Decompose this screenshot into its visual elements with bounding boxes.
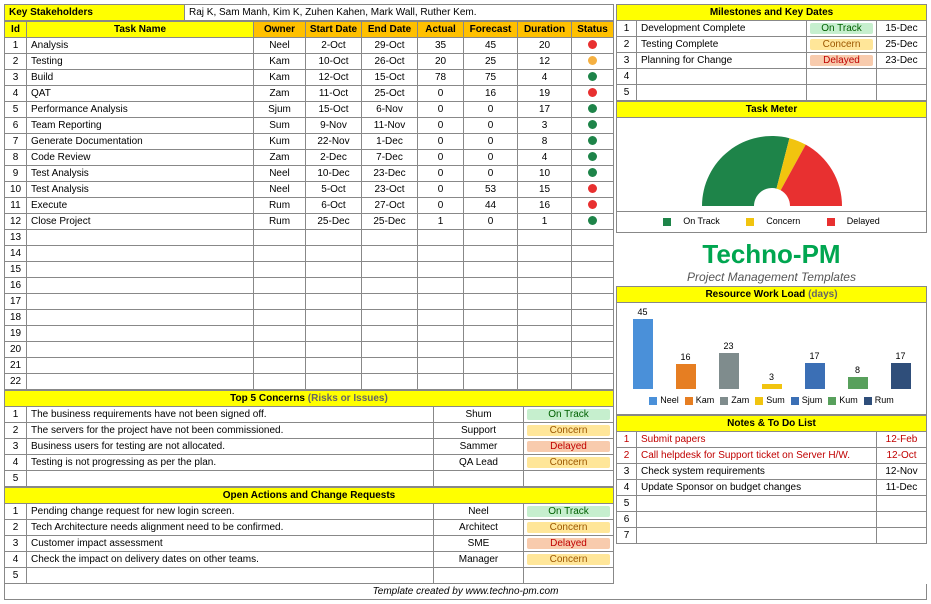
table-row[interactable]: 7 xyxy=(617,528,927,544)
footer: Template created by www.techno-pm.com xyxy=(4,584,927,600)
table-row[interactable]: 3Business users for testing are not allo… xyxy=(5,439,614,455)
task-col-actual: Actual xyxy=(418,22,464,38)
table-row[interactable]: 6 xyxy=(617,512,927,528)
task-col-status: Status xyxy=(572,22,614,38)
table-row[interactable]: 1AnalysisNeel2-Oct29-Oct354520 xyxy=(5,38,614,54)
table-row[interactable]: 3Check system requirements12-Nov xyxy=(617,464,927,480)
task-col-forecast: Forecast xyxy=(464,22,518,38)
logo-area: Techno-PM Project Management Templates xyxy=(616,233,927,286)
table-row[interactable]: 9Test AnalysisNeel10-Dec23-Dec0010 xyxy=(5,166,614,182)
table-row[interactable]: 7Generate DocumentationKum22-Nov1-Dec008 xyxy=(5,134,614,150)
milestones-header: Milestones and Key Dates xyxy=(617,5,927,21)
resource-header: Resource Work Load (days) xyxy=(617,287,927,303)
table-row[interactable]: 8Code ReviewZam2-Dec7-Dec004 xyxy=(5,150,614,166)
actions-header: Open Actions and Change Requests xyxy=(5,488,614,504)
table-row[interactable]: 14 xyxy=(5,246,614,262)
table-row[interactable]: 18 xyxy=(5,310,614,326)
table-row[interactable]: 1The business requirements have not been… xyxy=(5,407,614,423)
table-row[interactable]: 15 xyxy=(5,262,614,278)
table-row[interactable]: 11ExecuteRum6-Oct27-Oct04416 xyxy=(5,198,614,214)
task-col-end-date: End Date xyxy=(362,22,418,38)
table-row[interactable]: 2TestingKam10-Oct26-Oct202512 xyxy=(5,54,614,70)
table-row[interactable]: 2Tech Architecture needs alignment need … xyxy=(5,520,614,536)
table-row[interactable]: 19 xyxy=(5,326,614,342)
tasks-table: IdTask NameOwnerStart DateEnd DateActual… xyxy=(4,21,614,390)
table-row[interactable]: 21 xyxy=(5,358,614,374)
milestones-table: Milestones and Key Dates 1Development Co… xyxy=(616,4,927,101)
stakeholders-row: Key Stakeholders Raj K, Sam Manh, Kim K,… xyxy=(4,4,614,21)
concerns-table: Top 5 Concerns (Risks or Issues) 1The bu… xyxy=(4,390,614,487)
table-row[interactable]: 16 xyxy=(5,278,614,294)
table-row[interactable]: 2Call helpdesk for Support ticket on Ser… xyxy=(617,448,927,464)
logo-title: Techno-PM xyxy=(616,239,927,270)
table-row[interactable]: 3BuildKam12-Oct15-Oct78754 xyxy=(5,70,614,86)
notes-header: Notes & To Do List xyxy=(617,416,927,432)
gauge-chart xyxy=(616,118,927,212)
task-col-id: Id xyxy=(5,22,27,38)
table-row[interactable]: 4 xyxy=(617,69,927,85)
table-row[interactable]: 5 xyxy=(617,85,927,101)
stakeholders-value: Raj K, Sam Manh, Kim K, Zuhen Kahen, Mar… xyxy=(185,5,614,21)
table-row[interactable]: 2The servers for the project have not be… xyxy=(5,423,614,439)
task-meter-panel: Task Meter xyxy=(616,101,927,118)
table-row[interactable]: 6Team ReportingSum9-Nov11-Nov003 xyxy=(5,118,614,134)
table-row[interactable]: 20 xyxy=(5,342,614,358)
logo-sub: Project Management Templates xyxy=(616,270,927,284)
task-col-duration: Duration xyxy=(518,22,572,38)
gauge-legend: On Track Concern Delayed xyxy=(616,212,927,233)
task-col-owner: Owner xyxy=(254,22,306,38)
table-row[interactable]: 4Update Sponsor on budget changes11-Dec xyxy=(617,480,927,496)
meter-header: Task Meter xyxy=(617,102,927,118)
table-row[interactable]: 22 xyxy=(5,374,614,390)
actions-table: Open Actions and Change Requests 1Pendin… xyxy=(4,487,614,584)
table-row[interactable]: 4QATZam11-Oct25-Oct01619 xyxy=(5,86,614,102)
table-row[interactable]: 5 xyxy=(5,471,614,487)
task-col-start-date: Start Date xyxy=(306,22,362,38)
notes-table: Notes & To Do List 1Submit papers12-Feb2… xyxy=(616,415,927,544)
concerns-header: Top 5 Concerns (Risks or Issues) xyxy=(5,391,614,407)
table-row[interactable]: 3Planning for ChangeDelayed23-Dec xyxy=(617,53,927,69)
table-row[interactable]: 4Testing is not progressing as per the p… xyxy=(5,455,614,471)
table-row[interactable]: 5 xyxy=(5,568,614,584)
table-row[interactable]: 5Performance AnalysisSjum15-Oct6-Nov0017 xyxy=(5,102,614,118)
stakeholders-label: Key Stakeholders xyxy=(5,5,185,21)
table-row[interactable]: 5 xyxy=(617,496,927,512)
table-row[interactable]: 2Testing CompleteConcern25-Dec xyxy=(617,37,927,53)
table-row[interactable]: 12Close ProjectRum25-Dec25-Dec101 xyxy=(5,214,614,230)
task-col-task-name: Task Name xyxy=(27,22,254,38)
table-row[interactable]: 17 xyxy=(5,294,614,310)
table-row[interactable]: 1Submit papers12-Feb xyxy=(617,432,927,448)
table-row[interactable]: 3Customer impact assessmentSMEDelayed xyxy=(5,536,614,552)
table-row[interactable]: 13 xyxy=(5,230,614,246)
resource-panel: Resource Work Load (days) xyxy=(616,286,927,303)
table-row[interactable]: 4Check the impact on delivery dates on o… xyxy=(5,552,614,568)
table-row[interactable]: 1Development CompleteOn Track15-Dec xyxy=(617,21,927,37)
bar-chart: 451623317817 NeelKamZamSumSjumKumRum xyxy=(616,303,927,415)
table-row[interactable]: 10Test AnalysisNeel5-Oct23-Oct05315 xyxy=(5,182,614,198)
table-row[interactable]: 1Pending change request for new login sc… xyxy=(5,504,614,520)
